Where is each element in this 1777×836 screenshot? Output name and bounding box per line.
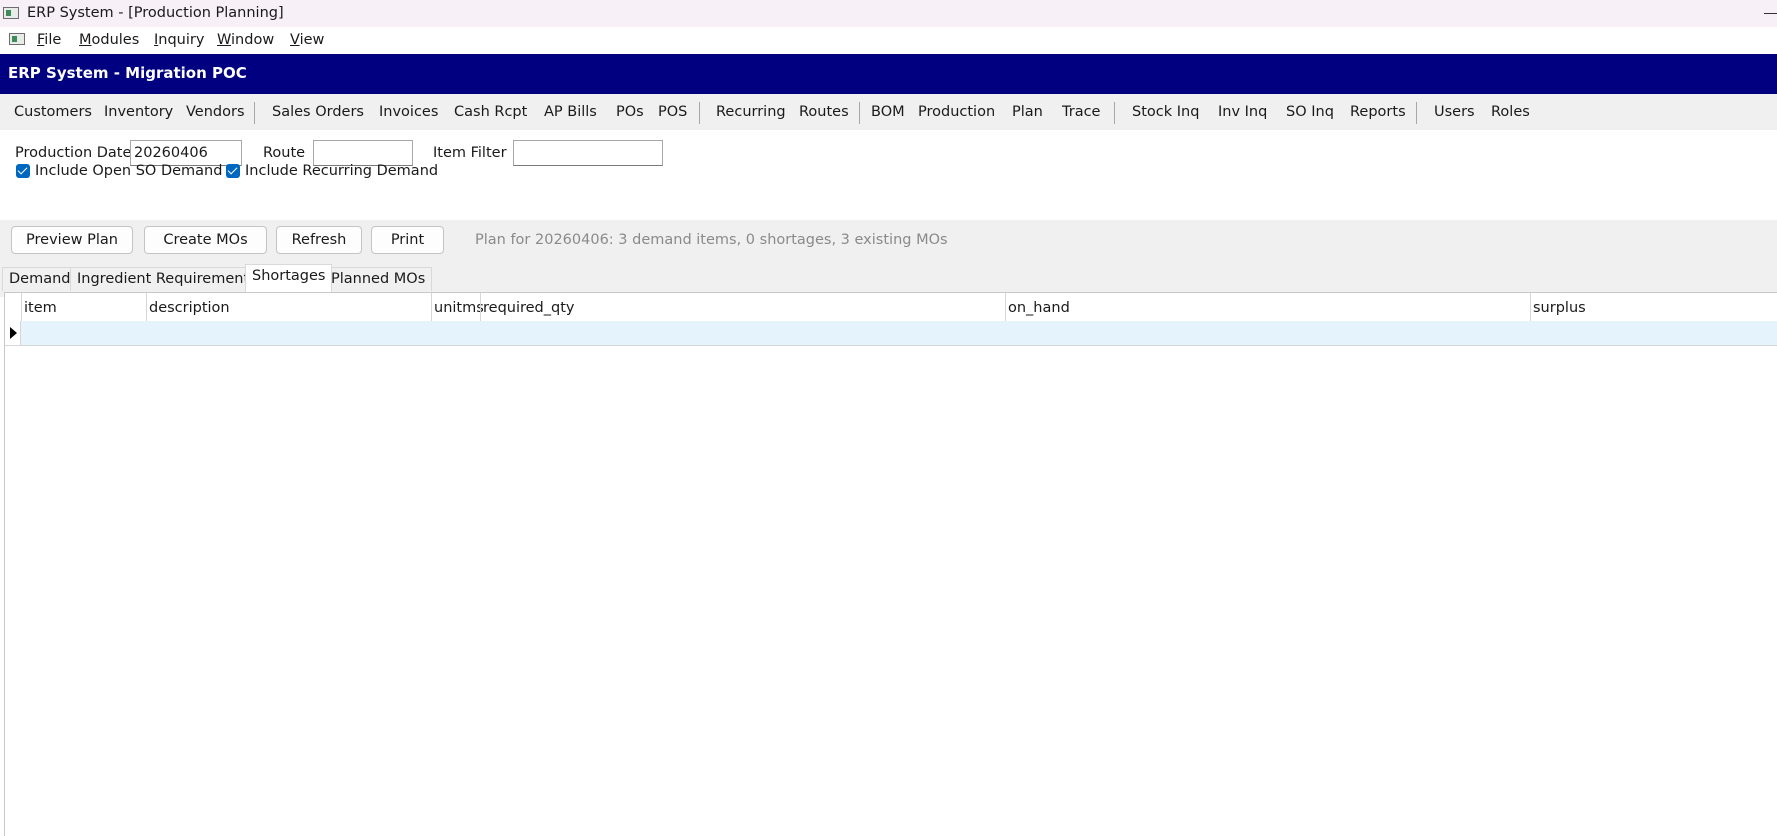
column-header-surplus[interactable]: surplus (1530, 293, 1777, 321)
module-stock-inq[interactable]: Stock Inq (1132, 104, 1199, 120)
print-button[interactable]: Print (371, 226, 444, 254)
tab-planned-mos[interactable]: Planned MOs (324, 267, 433, 291)
module-pos-terminal[interactable]: POS (658, 104, 687, 120)
module-vendors[interactable]: Vendors (186, 104, 245, 120)
column-header-item[interactable]: item (21, 293, 146, 321)
app-icon (3, 7, 19, 19)
route-label: Route (263, 145, 306, 161)
tab-ingredient-requirements[interactable]: Ingredient Requirements (70, 267, 264, 291)
module-trace[interactable]: Trace (1062, 104, 1100, 120)
module-bom[interactable]: BOM (871, 104, 905, 120)
column-header-unitms[interactable]: unitms (431, 293, 484, 321)
refresh-button[interactable]: Refresh (276, 226, 362, 254)
minimize-icon[interactable] (1764, 13, 1777, 14)
module-inventory[interactable]: Inventory (104, 104, 173, 120)
create-mos-button[interactable]: Create MOs (144, 226, 267, 254)
include-open-so-label[interactable]: Include Open SO Demand (35, 163, 222, 179)
column-header-description[interactable]: description (146, 293, 431, 321)
module-users[interactable]: Users (1434, 104, 1475, 120)
grid-new-row[interactable] (5, 321, 1777, 346)
module-separator (1114, 102, 1115, 124)
module-roles[interactable]: Roles (1491, 104, 1530, 120)
banner-title: ERP System - Migration POC (8, 64, 247, 82)
menu-inquiry[interactable]: Inquiry (154, 32, 204, 48)
module-ap-bills[interactable]: AP Bills (544, 104, 597, 120)
module-plan[interactable]: Plan (1012, 104, 1043, 120)
include-open-so-checkbox[interactable] (16, 164, 30, 178)
module-separator (859, 102, 860, 124)
module-pos[interactable]: POs (616, 104, 644, 120)
module-production[interactable]: Production (918, 104, 995, 120)
module-reports[interactable]: Reports (1350, 104, 1406, 120)
column-header-required-qty[interactable]: required_qty (480, 293, 1005, 321)
module-toolbar: Customers Inventory Vendors Sales Orders… (0, 94, 1777, 130)
column-header-on-hand[interactable]: on_hand (1005, 293, 1530, 321)
module-so-inq[interactable]: SO Inq (1286, 104, 1334, 120)
module-customers[interactable]: Customers (14, 104, 92, 120)
module-separator (254, 102, 255, 124)
include-recurring-label[interactable]: Include Recurring Demand (245, 163, 438, 179)
grid-header: item description unitms required_qty on_… (5, 293, 1777, 322)
module-separator (699, 102, 700, 124)
menu-modules[interactable]: Modules (79, 32, 139, 48)
item-filter-input[interactable] (513, 140, 663, 166)
module-inv-inq[interactable]: Inv Inq (1218, 104, 1267, 120)
menu-view[interactable]: View (290, 32, 324, 48)
module-cash-rcpt[interactable]: Cash Rcpt (454, 104, 527, 120)
plan-status-text: Plan for 20260406: 3 demand items, 0 sho… (475, 232, 948, 248)
mdi-child-icon[interactable] (9, 33, 25, 45)
module-sales-orders[interactable]: Sales Orders (272, 104, 364, 120)
menu-window[interactable]: Window (217, 32, 274, 48)
tab-shortages[interactable]: Shortages (245, 264, 333, 292)
module-recurring[interactable]: Recurring (716, 104, 786, 120)
menu-file[interactable]: File (37, 32, 61, 48)
row-selector-arrow-icon[interactable] (5, 321, 21, 345)
preview-plan-button[interactable]: Preview Plan (11, 226, 133, 254)
window-title: ERP System - [Production Planning] (27, 5, 284, 21)
tab-demand[interactable]: Demand (2, 267, 78, 291)
menu-bar: File Modules Inquiry Window View (0, 27, 1777, 54)
item-filter-label: Item Filter (433, 145, 507, 161)
module-routes[interactable]: Routes (799, 104, 849, 120)
include-recurring-checkbox[interactable] (226, 164, 240, 178)
module-separator (1416, 102, 1417, 124)
shortages-grid[interactable]: item description unitms required_qty on_… (4, 292, 1777, 836)
production-date-label: Production Date (15, 145, 132, 161)
module-invoices[interactable]: Invoices (379, 104, 438, 120)
app-banner: ERP System - Migration POC (0, 54, 1777, 94)
filter-panel: Production Date Route Item Filter Includ… (0, 130, 1777, 220)
title-bar: ERP System - [Production Planning] (0, 0, 1777, 27)
